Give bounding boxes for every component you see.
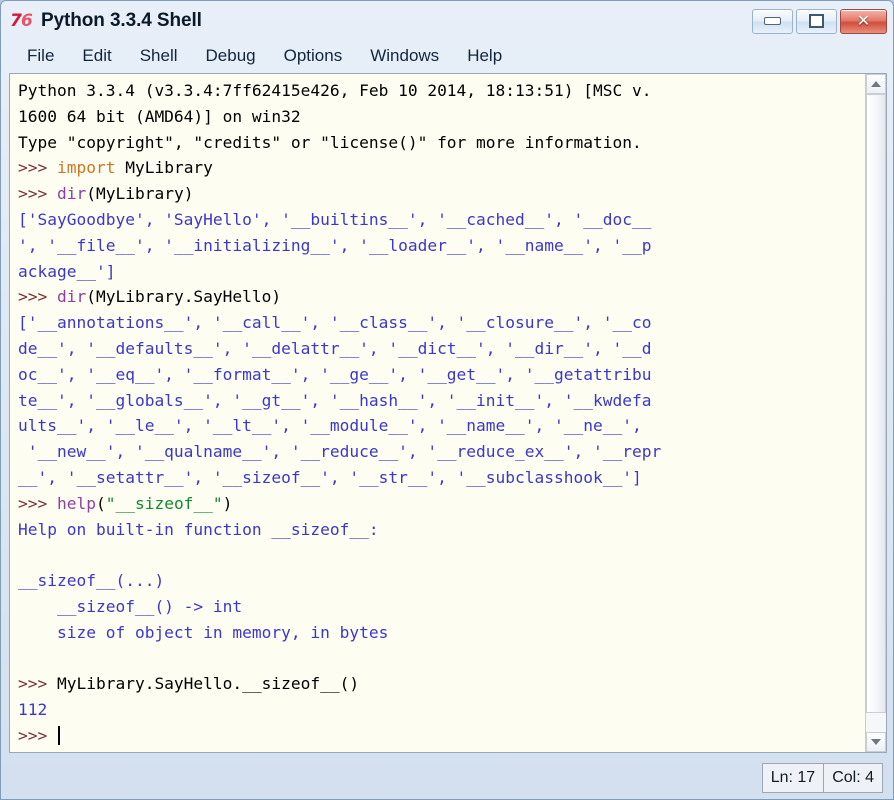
menu-item-debug[interactable]: Debug: [192, 46, 270, 66]
text-cursor: [57, 725, 60, 745]
shell-line: __sizeof__(...): [18, 568, 865, 594]
close-icon: ✕: [856, 11, 871, 30]
shell-line: >>>: [18, 723, 865, 749]
shell-line: __', '__setattr__', '__sizeof__', '__str…: [18, 465, 865, 491]
shell-line: ['__annotations__', '__call__', '__class…: [18, 310, 865, 336]
shell-text-area: Python 3.3.4 (v3.3.4:7ff62415e426, Feb 1…: [9, 73, 887, 753]
shell-text-normal: ): [222, 493, 233, 513]
shell-line: ', '__file__', '__initializing__', '__lo…: [18, 233, 865, 259]
status-line-indicator: Ln: 17: [761, 763, 825, 793]
shell-text-string: "__sizeof__": [105, 493, 223, 513]
menu-item-options[interactable]: Options: [270, 46, 357, 66]
shell-line: Type "copyright", "credits" or "license(…: [18, 130, 865, 156]
vertical-scrollbar[interactable]: [865, 74, 886, 752]
shell-line: Python 3.3.4 (v3.3.4:7ff62415e426, Feb 1…: [18, 78, 865, 104]
shell-text-normal: 1600 64 bit (AMD64)] on win32: [18, 106, 301, 126]
shell-line: Help on built-in function __sizeof__:: [18, 517, 865, 543]
menu-item-file[interactable]: File: [13, 46, 68, 66]
close-button[interactable]: ✕: [840, 8, 887, 34]
shell-text-stdout: Help on built-in function __sizeof__:: [18, 519, 379, 539]
shell-text-prompt: >>>: [18, 158, 57, 178]
shell-text-prompt: >>>: [18, 674, 57, 694]
minimize-icon: [764, 17, 781, 25]
shell-text-stdout: '__new__', '__qualname__', '__reduce__',…: [18, 442, 662, 462]
shell-text-stdout: __sizeof__(...): [18, 571, 165, 591]
shell-line: __sizeof__() -> int: [18, 594, 865, 620]
shell-line: >>> MyLibrary.SayHello.__sizeof__(): [18, 671, 865, 697]
shell-text-stdout: ['__annotations__', '__call__', '__class…: [18, 313, 652, 333]
shell-text-prompt: >>>: [18, 725, 57, 745]
shell-line: 112: [18, 697, 865, 723]
python-idle-icon: 7 6: [10, 10, 34, 32]
shell-text-builtin: dir: [56, 184, 87, 204]
shell-text-keyword: import: [56, 158, 116, 178]
shell-text-normal: Python 3.3.4 (v3.3.4:7ff62415e426, Feb 1…: [18, 81, 652, 100]
shell-text-stdout: __sizeof__() -> int: [18, 596, 243, 616]
scrollbar-thumb[interactable]: [866, 94, 886, 713]
shell-text-stdout: ['SayGoodbye', 'SayHello', '__builtins__…: [18, 209, 652, 229]
window-title: Python 3.3.4 Shell: [41, 10, 202, 31]
window-controls: ✕: [752, 8, 887, 34]
shell-text-stdout: ', '__file__', '__initializing__', '__lo…: [18, 235, 652, 255]
shell-text-stdout: ults__', '__le__', '__lt__', '__module__…: [18, 416, 642, 436]
shell-text-prompt: >>>: [18, 184, 57, 204]
idle-shell-window: 7 6 Python 3.3.4 Shell ✕ File Edit Shell…: [0, 0, 894, 800]
shell-line: 1600 64 bit (AMD64)] on win32: [18, 104, 865, 130]
scroll-up-button[interactable]: [866, 74, 886, 94]
shell-text-prompt: >>>: [18, 493, 57, 513]
shell-text-normal: (MyLibrary): [86, 184, 194, 204]
shell-text-stdout: __', '__setattr__', '__sizeof__', '__str…: [18, 467, 642, 487]
title-bar: 7 6 Python 3.3.4 Shell ✕: [1, 1, 893, 41]
shell-line: '__new__', '__qualname__', '__reduce__',…: [18, 439, 865, 465]
shell-line: >>> help("__sizeof__"): [18, 491, 865, 517]
shell-line: ackage__']: [18, 259, 865, 285]
shell-text-prompt: >>>: [18, 287, 57, 307]
scroll-down-button[interactable]: [866, 732, 886, 752]
shell-line: >>> dir(MyLibrary.SayHello): [18, 284, 865, 310]
shell-line: >>> import MyLibrary: [18, 155, 865, 181]
shell-text-builtin: dir: [56, 287, 87, 307]
shell-text-stdout: 112: [18, 700, 48, 720]
shell-text-builtin: help: [56, 493, 96, 513]
shell-line: size of object in memory, in bytes: [18, 620, 865, 646]
shell-text-stdout: oc__', '__eq__', '__format__', '__ge__',…: [18, 364, 652, 384]
shell-line: [18, 646, 865, 672]
shell-line: te__', '__globals__', '__gt__', '__hash_…: [18, 388, 865, 414]
status-bar: Ln: 17 Col: 4: [9, 761, 885, 795]
status-column-indicator: Col: 4: [824, 763, 883, 793]
shell-line: oc__', '__eq__', '__format__', '__ge__',…: [18, 362, 865, 388]
maximize-button[interactable]: [796, 8, 837, 34]
shell-text-stdout: te__', '__globals__', '__gt__', '__hash_…: [18, 390, 652, 410]
shell-text-stdout: ackage__']: [18, 261, 116, 281]
minimize-button[interactable]: [752, 8, 793, 34]
menu-item-edit[interactable]: Edit: [68, 46, 125, 66]
shell-transcript[interactable]: Python 3.3.4 (v3.3.4:7ff62415e426, Feb 1…: [10, 74, 865, 752]
scrollbar-track[interactable]: [866, 94, 886, 732]
shell-text-normal: (MyLibrary.SayHello): [86, 287, 282, 307]
shell-text-normal: MyLibrary: [115, 158, 213, 178]
python-icon-glyph-right: 6: [21, 11, 33, 31]
shell-line: [18, 542, 865, 568]
shell-text-stdout: de__', '__defaults__', '__delattr__', '_…: [18, 338, 652, 358]
chevron-down-icon: [871, 739, 881, 745]
maximize-icon: [809, 14, 824, 28]
menu-item-help[interactable]: Help: [453, 46, 516, 66]
shell-text-stdout: size of object in memory, in bytes: [18, 622, 389, 642]
shell-line: ['SayGoodbye', 'SayHello', '__builtins__…: [18, 207, 865, 233]
shell-line: >>> dir(MyLibrary): [18, 181, 865, 207]
shell-text-normal: MyLibrary.SayHello.__sizeof__(): [56, 674, 360, 694]
chevron-up-icon: [871, 81, 881, 87]
menu-bar: File Edit Shell Debug Options Windows He…: [1, 41, 893, 71]
shell-line: de__', '__defaults__', '__delattr__', '_…: [18, 336, 865, 362]
shell-text-normal: Type "copyright", "credits" or "license(…: [18, 132, 642, 152]
shell-text-normal: (: [95, 493, 106, 513]
menu-item-shell[interactable]: Shell: [126, 46, 192, 66]
shell-line: ults__', '__le__', '__lt__', '__module__…: [18, 413, 865, 439]
menu-item-windows[interactable]: Windows: [356, 46, 453, 66]
